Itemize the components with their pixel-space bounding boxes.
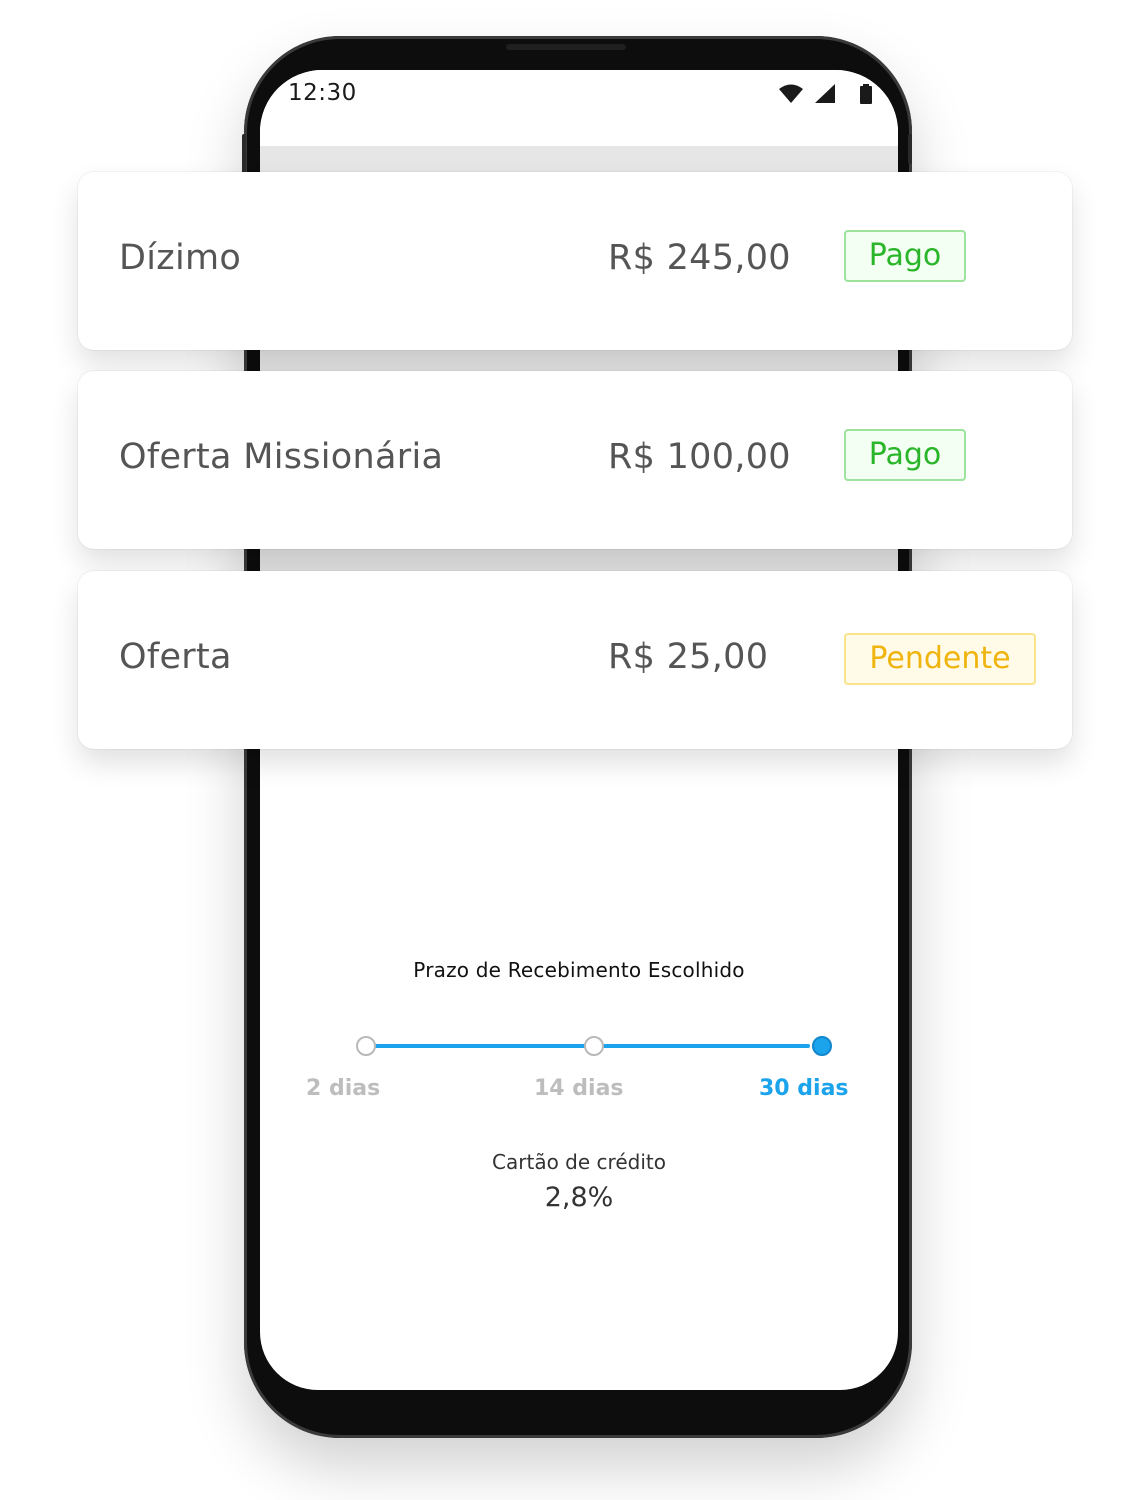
transaction-name: Dízimo [119,238,242,278]
option-30-dias[interactable]: 30 dias [759,1076,849,1101]
transaction-card-oferta-missionaria[interactable]: Oferta Missionária R$ 100,00 Pago [78,371,1072,549]
transaction-card-dizimo[interactable]: Dízimo R$ 245,00 Pago [78,172,1072,350]
wifi-icon [778,84,804,108]
slider-node-30-dias[interactable] [812,1036,832,1056]
speaker-grille [506,44,626,50]
receipt-term-slider[interactable] [356,1034,832,1058]
slider-node-14-dias[interactable] [584,1036,604,1056]
status-time: 12:30 [288,80,357,106]
status-badge: Pago [844,429,966,481]
status-icons [778,84,872,108]
slider-node-2-dias[interactable] [356,1036,376,1056]
signal-icon [814,84,836,108]
status-bar: 12:30 [260,70,898,146]
battery-icon [860,84,872,108]
transaction-amount: R$ 25,00 [608,637,769,677]
payment-method-label: Cartão de crédito [492,1150,666,1174]
transaction-name: Oferta [119,637,232,677]
status-badge: Pendente [844,633,1036,685]
power-button [908,134,912,164]
status-badge: Pago [844,230,966,282]
receipt-term-title: Prazo de Recebimento Escolhido [413,958,745,982]
transaction-name: Oferta Missionária [119,437,444,477]
payment-rate: 2,8% [544,1182,614,1213]
option-2-dias[interactable]: 2 dias [306,1076,380,1101]
transaction-amount: R$ 100,00 [608,437,791,477]
option-14-dias[interactable]: 14 dias [534,1076,624,1101]
transaction-card-oferta[interactable]: Oferta R$ 25,00 Pendente [78,571,1072,749]
transaction-amount: R$ 245,00 [608,238,791,278]
